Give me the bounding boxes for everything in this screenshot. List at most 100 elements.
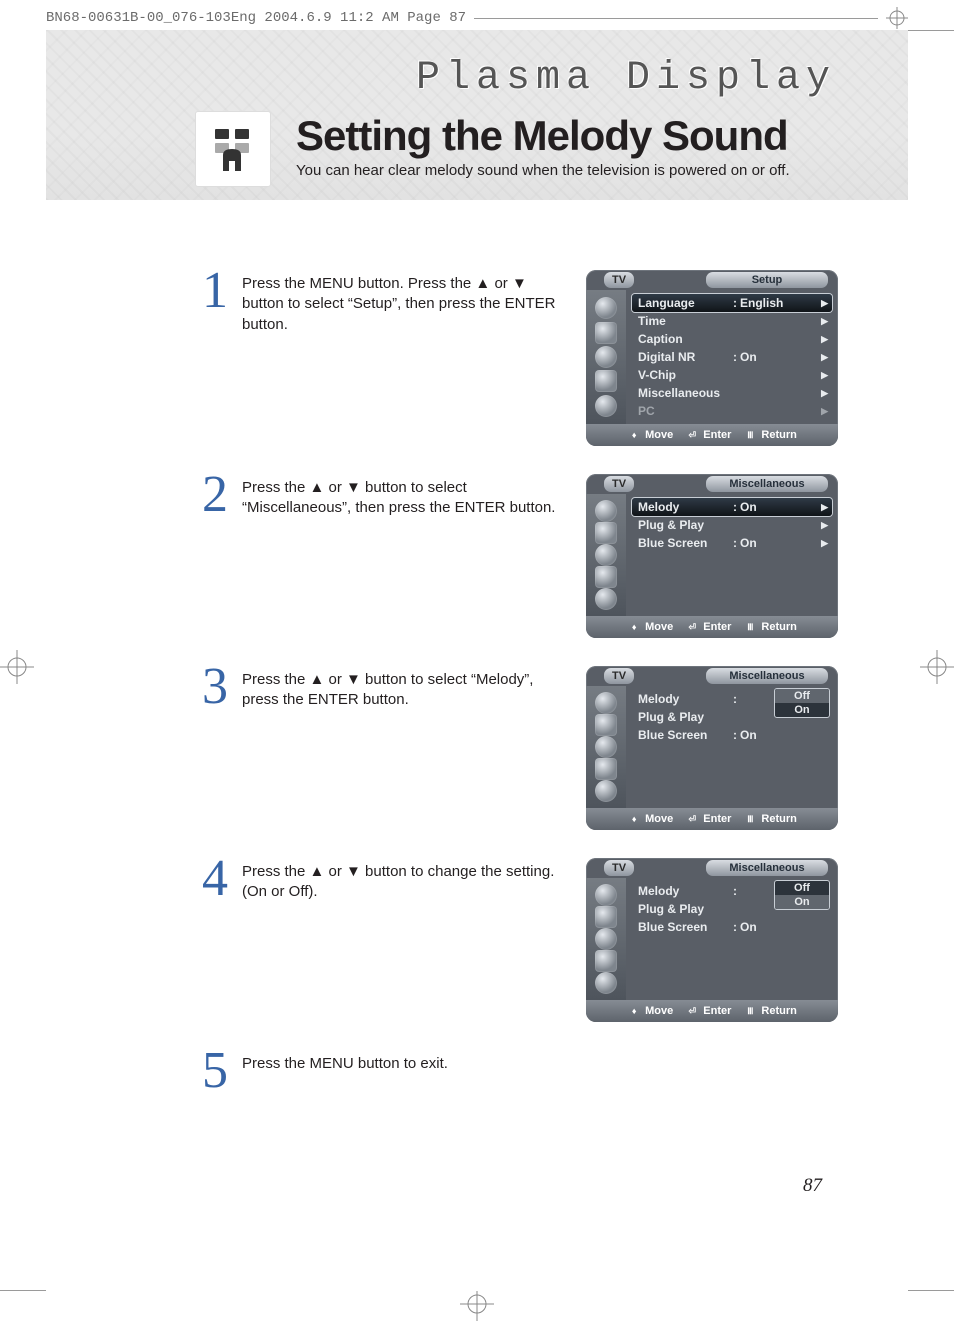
print-header-rule: [474, 18, 878, 19]
osd-category-icon: [595, 972, 617, 994]
osd-submenu[interactable]: OffOn: [774, 688, 830, 718]
trim-line: [908, 30, 954, 31]
osd-category-icon: [595, 928, 617, 950]
osd-row-label: Blue Screen: [638, 920, 730, 934]
osd-category-icon: [595, 950, 617, 972]
osd-menu-list[interactable]: Language:English▶Time▶Caption▶Digital NR…: [626, 290, 838, 424]
osd-category-icon: [595, 395, 617, 417]
osd-row[interactable]: Miscellaneous ▶: [632, 384, 832, 402]
osd-row-label: Time: [638, 314, 730, 328]
enter-icon: ⏎: [685, 813, 699, 825]
osd-category-icon: [595, 322, 617, 344]
osd-submenu-option[interactable]: On: [775, 703, 829, 717]
footer-move-label: Move: [645, 813, 673, 825]
step-number: 5: [194, 1050, 228, 1092]
osd-row-label: Digital NR: [638, 350, 730, 364]
registration-mark-icon: [0, 650, 34, 684]
arrow-right-icon: ▶: [821, 502, 828, 513]
osd-submenu-option[interactable]: Off: [775, 689, 829, 703]
arrow-right-icon: ▶: [821, 334, 828, 345]
step-5: 5 Press the MENU button to exit.: [194, 1050, 838, 1092]
osd-menu-list[interactable]: Melody:Plug & PlayBlue Screen:OnOffOn: [626, 686, 838, 808]
osd-category-icon: [595, 346, 617, 368]
page-subtitle: You can hear clear melody sound when the…: [296, 162, 790, 179]
osd-row[interactable]: Plug & Play▶: [632, 516, 832, 534]
footer-enter-label: Enter: [703, 621, 731, 633]
osd-footer: ♦Move ⏎Enter ⅢReturn: [586, 1000, 838, 1022]
osd-row-label: V-Chip: [638, 368, 730, 382]
osd-submenu-option[interactable]: Off: [775, 881, 829, 895]
osd-category-icon: [595, 544, 617, 566]
arrow-right-icon: ▶: [821, 388, 828, 399]
osd-row[interactable]: V-Chip ▶: [632, 366, 832, 384]
arrow-right-icon: ▶: [821, 370, 828, 381]
move-icon: ♦: [627, 1005, 641, 1017]
enter-icon: ⏎: [685, 429, 699, 441]
footer-move-label: Move: [645, 1005, 673, 1017]
osd-footer: ♦Move ⏎Enter ⅢReturn: [586, 424, 838, 446]
trim-line: [0, 1290, 46, 1291]
osd-row-label: Plug & Play: [638, 902, 730, 916]
osd-row-colon: :: [730, 692, 740, 706]
registration-mark-icon: [460, 1287, 494, 1321]
step-3: 3 Press the ▲ or ▼ button to select “Mel…: [194, 666, 838, 830]
registration-mark-icon: [886, 7, 908, 29]
osd-row-label: Miscellaneous: [638, 386, 730, 400]
osd-category-icon: [595, 884, 617, 906]
osd-row[interactable]: Blue Screen:On▶: [632, 534, 832, 552]
osd-category-icon: [595, 736, 617, 758]
osd-row[interactable]: Digital NR:On▶: [632, 348, 832, 366]
arrow-right-icon: ▶: [821, 352, 828, 363]
footer-return-label: Return: [761, 813, 796, 825]
osd-submenu-option[interactable]: On: [775, 895, 829, 909]
step-2: 2 Press the ▲ or ▼ button to select “Mis…: [194, 474, 838, 638]
enter-icon: ⏎: [685, 621, 699, 633]
osd-menu-list[interactable]: Melody:On▶Plug & Play▶Blue Screen:On▶: [626, 494, 838, 616]
step-text: Press the ▲ or ▼ button to select “Misce…: [242, 474, 572, 519]
osd-row-label: Blue Screen: [638, 728, 730, 742]
footer-return-label: Return: [761, 621, 796, 633]
osd-footer: ♦Move ⏎Enter ⅢReturn: [586, 808, 838, 830]
osd-row[interactable]: Caption ▶: [632, 330, 832, 348]
osd-setup: TV Setup Language:English▶Time▶Caption▶D…: [586, 270, 838, 446]
step-number: 1: [194, 270, 228, 312]
osd-category-icon: [595, 370, 617, 392]
step-number: 4: [194, 858, 228, 900]
osd-menu-list[interactable]: Melody:Plug & PlayBlue Screen:OnOffOn: [626, 878, 838, 1000]
osd-submenu[interactable]: OffOn: [774, 880, 830, 910]
osd-title: Miscellaneous: [706, 476, 828, 492]
arrow-right-icon: ▶: [821, 538, 828, 549]
osd-tv-badge: TV: [604, 668, 634, 684]
osd-row[interactable]: Time ▶: [632, 312, 832, 330]
osd-row-label: Plug & Play: [638, 518, 730, 532]
osd-row[interactable]: Language:English▶: [632, 294, 832, 312]
osd-row-colon: :: [730, 350, 740, 364]
osd-row-label: Language: [638, 296, 730, 310]
osd-row-label: PC: [638, 404, 730, 418]
osd-footer: ♦Move ⏎Enter ⅢReturn: [586, 616, 838, 638]
osd-row[interactable]: PC▶: [632, 402, 832, 420]
footer-return-label: Return: [761, 1005, 796, 1017]
osd-row[interactable]: Blue Screen:On: [632, 918, 832, 936]
move-icon: ♦: [627, 429, 641, 441]
touch-icon: [196, 112, 270, 186]
osd-row-value: On: [740, 920, 780, 934]
osd-row[interactable]: Melody:On▶: [632, 498, 832, 516]
step-text: Press the ▲ or ▼ button to change the se…: [242, 858, 572, 903]
footer-move-label: Move: [645, 429, 673, 441]
osd-melody-select: TV Miscellaneous Melody:Plug & PlayBlue …: [586, 666, 838, 830]
osd-sidebar: [586, 686, 626, 808]
steps-list: 1 Press the MENU button. Press the ▲ or …: [194, 270, 838, 1120]
osd-category-icon: [595, 566, 617, 588]
osd-row-colon: :: [730, 728, 740, 742]
osd-row-value: On: [740, 500, 780, 514]
page-number: 87: [803, 1175, 822, 1197]
osd-row[interactable]: Blue Screen:On: [632, 726, 832, 744]
osd-row-label: Melody: [638, 884, 730, 898]
osd-category-icon: [595, 714, 617, 736]
footer-enter-label: Enter: [703, 813, 731, 825]
arrow-right-icon: ▶: [821, 316, 828, 327]
osd-category-icon: [595, 692, 617, 714]
osd-row-value: On: [740, 728, 780, 742]
osd-row-label: Caption: [638, 332, 730, 346]
